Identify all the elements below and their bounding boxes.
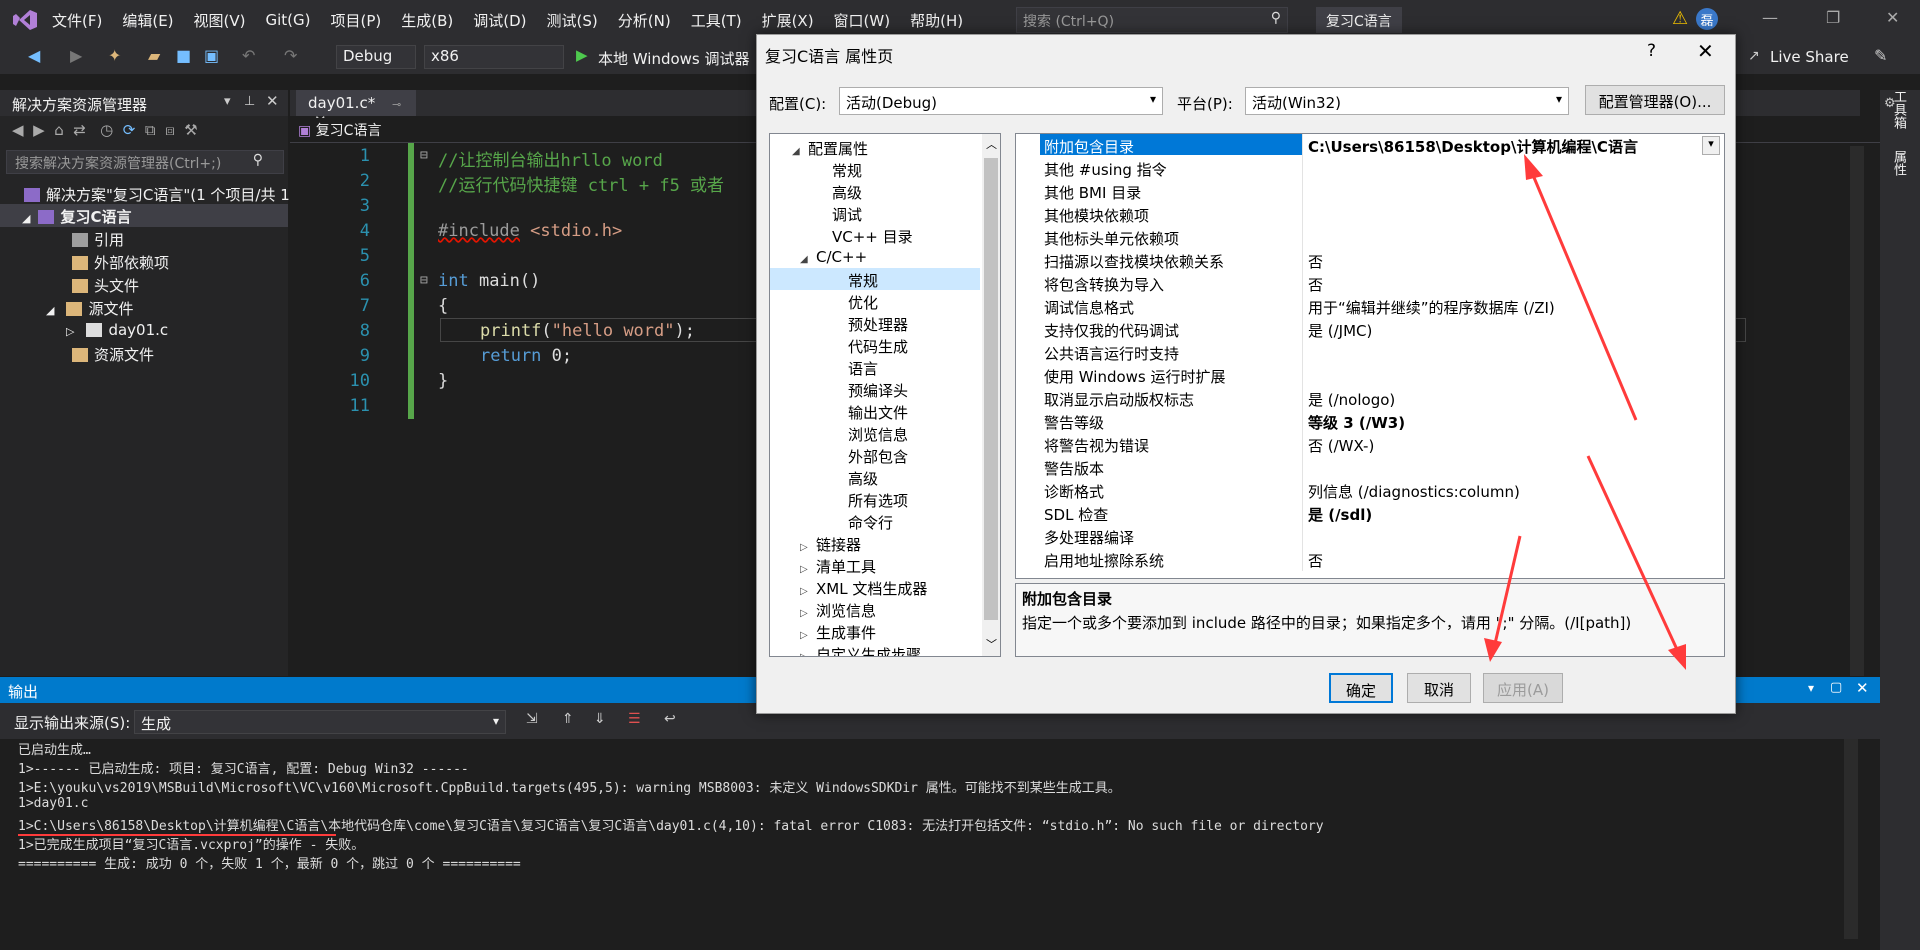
annotation-overlay bbox=[1484, 154, 1686, 670]
annotation-arrow-to-ok bbox=[1484, 535, 1522, 662]
annotation-arrow-to-apply bbox=[1586, 455, 1686, 670]
annotation-arrow-to-include-dir bbox=[1524, 154, 1638, 421]
